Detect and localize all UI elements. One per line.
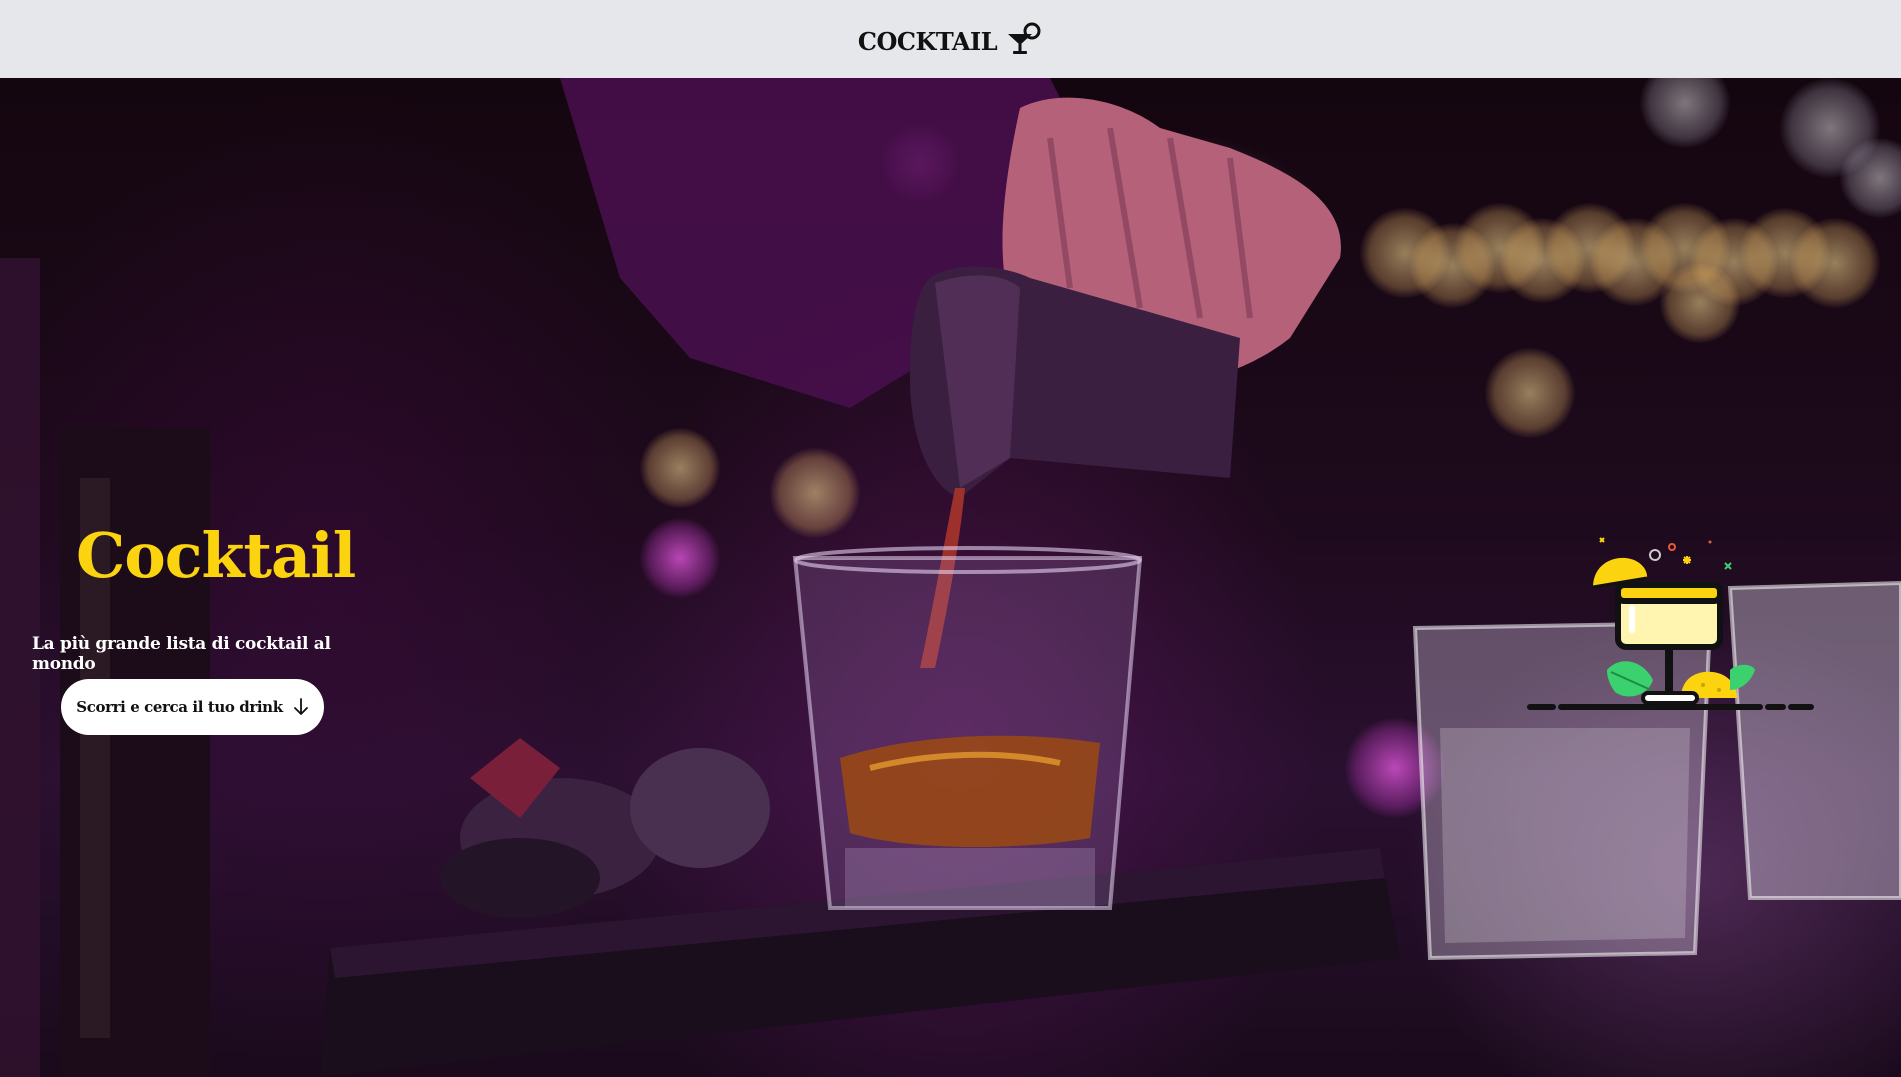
scroll-search-button[interactable]: Scorri e cerca il tuo drink — [61, 679, 324, 735]
brand-name[interactable]: COCKTAIL — [858, 27, 998, 56]
top-navbar: COCKTAIL — [0, 0, 1901, 78]
hero-subtitle: La più grande lista di cocktail al mondo — [32, 634, 331, 674]
scroll-button-label: Scorri e cerca il tuo drink — [76, 698, 283, 716]
cocktail-illustration-icon — [1527, 537, 1814, 710]
cocktail-glass-icon — [1008, 22, 1041, 54]
arrow-down-icon — [293, 698, 308, 715]
hero-title-overlay: Cocktail — [76, 519, 356, 592]
